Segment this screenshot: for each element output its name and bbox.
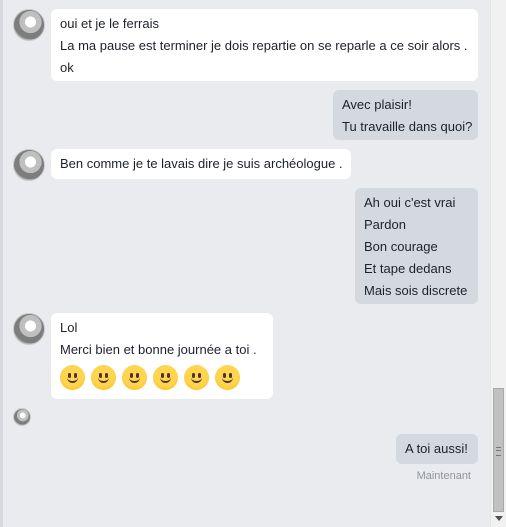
message-text: Avec plaisir! — [342, 97, 412, 112]
message-text: La ma pause est terminer je dois reparti… — [60, 38, 468, 53]
smiling-face-icon — [91, 365, 116, 390]
smiling-face-icon — [60, 365, 85, 390]
message-text: oui et je le ferrais — [60, 16, 159, 31]
message-timestamp: Maintenant — [416, 470, 471, 482]
smiling-face-icon — [122, 365, 147, 390]
message-text: Pardon — [364, 217, 406, 232]
vertical-scrollbar[interactable] — [490, 0, 506, 527]
message-text: ok — [60, 60, 74, 75]
message-bubble-outgoing[interactable]: Ah oui c'est vrai Pardon Bon courage Et … — [355, 188, 478, 304]
smiling-face-icon — [215, 365, 240, 390]
message-text: Tu travaille dans quoi? — [342, 119, 473, 134]
contact-avatar[interactable] — [13, 313, 45, 345]
message-text: Ah oui c'est vrai — [364, 195, 456, 210]
grip-icon — [496, 447, 501, 456]
message-bubble-incoming[interactable]: oui et je le ferrais La ma pause est ter… — [51, 9, 478, 81]
message-text: Lol — [60, 320, 78, 335]
message-text: Bon courage — [364, 239, 438, 254]
contact-avatar[interactable] — [13, 9, 45, 41]
scroll-down-arrow-icon[interactable] — [495, 516, 503, 521]
contact-avatar[interactable] — [13, 149, 45, 181]
smiling-face-icon — [153, 365, 178, 390]
chat-thread: oui et je le ferrais La ma pause est ter… — [0, 0, 490, 527]
message-text: Mais sois discrete — [364, 283, 468, 298]
message-bubble-outgoing[interactable]: Avec plaisir! Tu travaille dans quoi? — [333, 90, 478, 140]
seen-avatar — [13, 408, 31, 426]
emoji-row — [60, 365, 264, 390]
message-text: A toi aussi! — [405, 441, 468, 456]
scrollbar-thumb[interactable] — [493, 388, 504, 512]
smiling-face-icon — [184, 365, 209, 390]
message-text: Ben comme je te lavais dire je suis arch… — [60, 156, 343, 171]
message-bubble-incoming[interactable]: Lol Merci bien et bonne journée a toi . — [51, 313, 273, 399]
message-bubble-outgoing[interactable]: A toi aussi! — [396, 434, 478, 464]
message-text: Et tape dedans — [364, 261, 452, 276]
message-bubble-incoming[interactable]: Ben comme je te lavais dire je suis arch… — [51, 149, 351, 179]
message-text: Merci bien et bonne journée a toi . — [60, 342, 257, 357]
